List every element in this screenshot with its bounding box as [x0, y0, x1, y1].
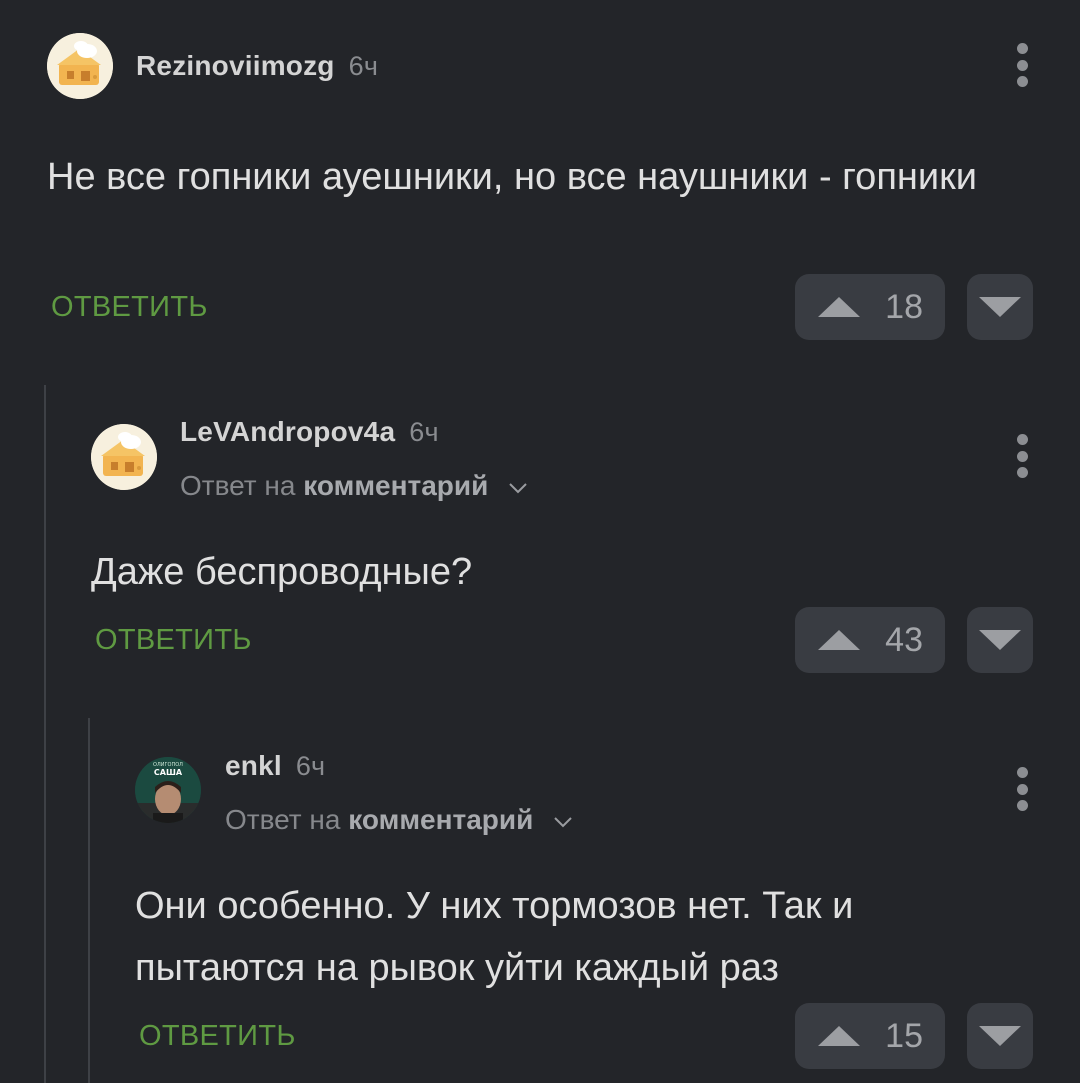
- comment-text: Не все гопники ауешники, но все наушники…: [47, 156, 977, 198]
- chevron-down-icon[interactable]: [508, 482, 528, 494]
- upvote-arrow-icon: [818, 630, 860, 650]
- username[interactable]: LeVAndropov4a 6ч: [180, 416, 439, 448]
- comment-text: Они особенно. У них тормозов нет. Так и …: [135, 885, 854, 989]
- more-options-icon[interactable]: [1015, 43, 1029, 87]
- avatar[interactable]: [47, 33, 113, 99]
- username[interactable]: enkl 6ч: [225, 750, 325, 782]
- reply-button[interactable]: ОТВЕТИТЬ: [51, 291, 208, 324]
- upvote-button[interactable]: 43: [795, 607, 945, 673]
- cheese-house-icon: [47, 33, 113, 99]
- timestamp: 6ч: [409, 417, 439, 447]
- thread-line-level-1: [44, 385, 46, 1083]
- reply-to-link[interactable]: Ответ на комментарий: [225, 804, 573, 836]
- rating-count: 43: [885, 621, 923, 659]
- username[interactable]: Rezinoviimozg 6ч: [136, 50, 378, 82]
- reply-to-target[interactable]: комментарий: [303, 470, 488, 501]
- reply-to-prefix: Ответ на: [180, 470, 296, 501]
- username-text[interactable]: LeVAndropov4a: [180, 416, 395, 447]
- upvote-button[interactable]: 18: [795, 274, 945, 340]
- avatar-caption: САША: [154, 768, 183, 777]
- downvote-arrow-icon: [979, 630, 1021, 650]
- upvote-arrow-icon: [818, 1026, 860, 1046]
- upvote-arrow-icon: [818, 297, 860, 317]
- reply-button[interactable]: ОТВЕТИТЬ: [95, 624, 252, 657]
- rating-count: 18: [885, 288, 923, 326]
- username-text[interactable]: Rezinoviimozg: [136, 50, 335, 81]
- downvote-arrow-icon: [979, 297, 1021, 317]
- cheese-house-icon: [91, 424, 157, 490]
- rating-count: 15: [885, 1017, 923, 1055]
- username-text[interactable]: enkl: [225, 750, 282, 781]
- timestamp: 6ч: [348, 51, 379, 81]
- downvote-arrow-icon: [979, 1026, 1021, 1046]
- downvote-button[interactable]: [967, 1003, 1033, 1069]
- photo-avatar-icon: ОЛИГОПОЛ САША: [135, 757, 201, 823]
- reply-to-link[interactable]: Ответ на комментарий: [180, 470, 528, 502]
- thread-line-level-2: [88, 718, 90, 1083]
- downvote-button[interactable]: [967, 607, 1033, 673]
- comment-text: Даже беспроводные?: [91, 551, 473, 593]
- downvote-button[interactable]: [967, 274, 1033, 340]
- upvote-button[interactable]: 15: [795, 1003, 945, 1069]
- chevron-down-icon[interactable]: [553, 816, 573, 828]
- reply-button[interactable]: ОТВЕТИТЬ: [139, 1020, 296, 1053]
- more-options-icon[interactable]: [1015, 434, 1029, 478]
- more-options-icon[interactable]: [1015, 767, 1029, 811]
- avatar[interactable]: [91, 424, 157, 490]
- reply-to-target[interactable]: комментарий: [348, 804, 533, 835]
- reply-to-prefix: Ответ на: [225, 804, 341, 835]
- avatar[interactable]: ОЛИГОПОЛ САША: [135, 757, 201, 823]
- timestamp: 6ч: [295, 751, 326, 781]
